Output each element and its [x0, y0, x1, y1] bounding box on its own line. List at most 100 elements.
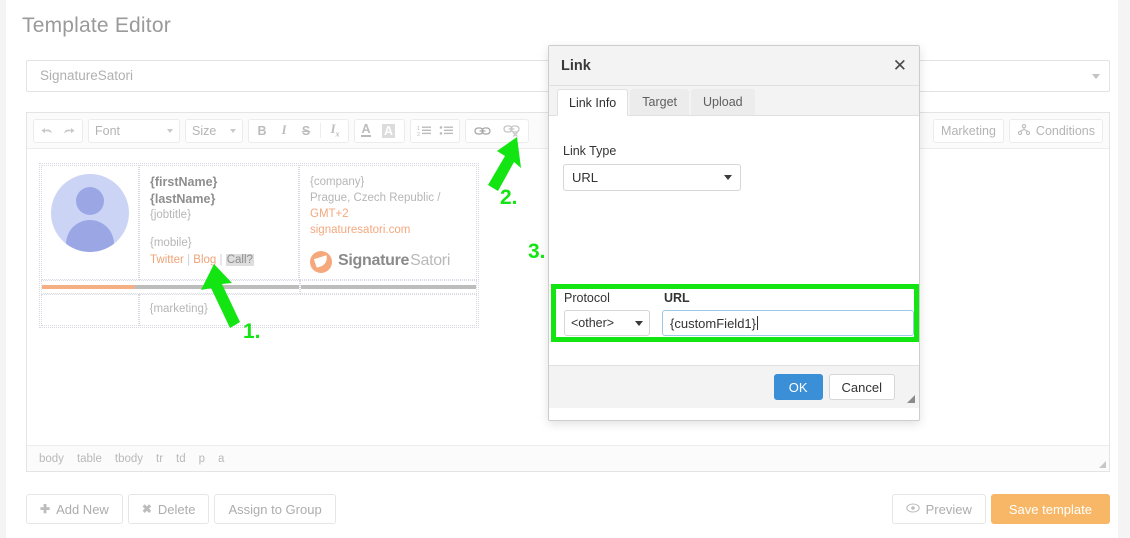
- avatar-head-shape: [76, 187, 104, 215]
- text-format-group: B I S Ix: [248, 118, 349, 143]
- link-group: [465, 118, 530, 143]
- path-item-tbody[interactable]: tbody: [115, 453, 143, 465]
- company-cell: {company} Prague, Czech Republic / GMT+2…: [299, 165, 477, 280]
- divider: [320, 123, 321, 138]
- path-item-tr[interactable]: tr: [156, 453, 163, 465]
- marketing-button[interactable]: Marketing: [933, 119, 1004, 143]
- marketing-spacer-cell: [41, 293, 139, 326]
- cancel-button[interactable]: Cancel: [828, 374, 895, 400]
- path-item-body[interactable]: body: [39, 453, 64, 465]
- logo-text-bold: Signature: [338, 252, 410, 270]
- timezone-label: GMT+2: [310, 208, 349, 221]
- protocol-value: <other>: [571, 316, 615, 330]
- element-path-bar: body table tbody tr td p a: [27, 445, 1109, 471]
- url-value: {customField1}: [670, 315, 756, 331]
- background-color-button[interactable]: A: [379, 120, 402, 142]
- social-links: Twitter | Blog | Call?: [150, 253, 288, 269]
- link-separator: |: [187, 253, 191, 266]
- dialog-body: Link Type URL Protocol URL <other> {cust…: [549, 116, 919, 408]
- add-new-button[interactable]: ✚ Add New: [26, 494, 123, 524]
- italic-button[interactable]: I: [273, 120, 295, 142]
- close-icon[interactable]: ✕: [893, 57, 907, 74]
- last-name-placeholder: {lastName}: [150, 191, 216, 206]
- link-type-value: URL: [572, 170, 599, 185]
- avatar-cell: [41, 165, 139, 280]
- eye-icon: [905, 502, 920, 516]
- path-item-table[interactable]: table: [77, 453, 102, 465]
- signature-main-row: {firstName} {lastName} {jobtitle} {mobil…: [41, 165, 477, 280]
- signature-rule-row: [41, 279, 477, 294]
- bold-button[interactable]: B: [251, 120, 273, 142]
- rule-cell-right: [299, 279, 477, 294]
- path-item-a[interactable]: a: [218, 453, 224, 465]
- numbered-list-button[interactable]: 1 2: [413, 120, 435, 142]
- caret-down-icon: [635, 320, 643, 326]
- bottom-left-actions: ✚ Add New ✖ Delete Assign to Group: [26, 494, 336, 524]
- toolbar-right-group: Marketing Conditions: [933, 119, 1103, 143]
- undo-icon[interactable]: [36, 120, 58, 142]
- ok-button[interactable]: OK: [773, 374, 823, 400]
- annotation-number-1: 1.: [243, 320, 261, 343]
- link-type-select[interactable]: URL: [563, 164, 741, 191]
- svg-text:2: 2: [417, 132, 420, 137]
- path-item-p[interactable]: p: [199, 453, 205, 465]
- link-separator: |: [219, 253, 223, 266]
- link-type-label: Link Type: [563, 144, 617, 158]
- bottom-right-actions: Preview Save template: [891, 494, 1110, 524]
- protocol-select[interactable]: <other>: [564, 310, 650, 336]
- dialog-resize-grip-icon[interactable]: [907, 395, 915, 403]
- caret-down-icon: [167, 128, 173, 133]
- assign-to-group-button[interactable]: Assign to Group: [214, 494, 336, 524]
- plus-icon: ✚: [40, 502, 51, 516]
- url-label: URL: [664, 291, 690, 305]
- save-template-button[interactable]: Save template: [990, 494, 1110, 524]
- conditions-icon: [1017, 123, 1031, 139]
- redo-icon[interactable]: [58, 120, 80, 142]
- page-title: Template Editor: [22, 14, 171, 37]
- location-text: Prague, Czech Republic / GMT+2: [310, 190, 466, 222]
- text-color-button[interactable]: A: [357, 120, 379, 142]
- job-title-placeholder: {jobtitle}: [150, 208, 191, 221]
- conditions-label: Conditions: [1035, 124, 1095, 138]
- marketing-label: Marketing: [941, 124, 996, 138]
- marketing-cell: {marketing}: [138, 293, 477, 326]
- add-new-label: Add New: [56, 501, 109, 517]
- tab-target[interactable]: Target: [630, 89, 690, 115]
- blog-link[interactable]: Blog: [193, 254, 216, 266]
- history-group: [33, 118, 83, 143]
- bulleted-list-button[interactable]: [435, 120, 457, 142]
- remove-format-button[interactable]: Ix: [324, 120, 346, 142]
- signature-table: {firstName} {lastName} {jobtitle} {mobil…: [39, 163, 479, 328]
- satori-logo-icon: [310, 250, 332, 273]
- tab-upload[interactable]: Upload: [691, 89, 755, 115]
- font-size-combo[interactable]: Size: [185, 118, 243, 143]
- insert-link-button[interactable]: [468, 120, 497, 142]
- divider: [42, 284, 299, 289]
- divider: [300, 284, 476, 289]
- delete-label: Delete: [157, 501, 196, 517]
- url-input[interactable]: {customField1}: [662, 310, 914, 336]
- cross-icon: ✖: [141, 502, 152, 516]
- color-group: A A: [354, 118, 406, 143]
- list-group: 1 2: [410, 118, 461, 143]
- preview-button[interactable]: Preview: [891, 494, 986, 524]
- protocol-url-highlight-box: Protocol URL <other> {customField1}: [551, 284, 919, 342]
- chevron-down-icon: [1092, 74, 1100, 79]
- dialog-header: Link ✕: [549, 46, 919, 86]
- tab-link-info[interactable]: Link Info: [557, 89, 629, 116]
- rule-cell-left: [41, 279, 300, 294]
- save-template-label: Save template: [1008, 501, 1092, 517]
- twitter-link[interactable]: Twitter: [150, 254, 184, 266]
- delete-button[interactable]: ✖ Delete: [127, 494, 210, 524]
- website-link[interactable]: signaturesatori.com: [310, 222, 466, 238]
- link-type-field: Link Type URL: [563, 144, 741, 191]
- name-cell: {firstName} {lastName} {jobtitle} {mobil…: [139, 165, 299, 280]
- call-link[interactable]: Call?: [225, 253, 254, 266]
- editor-resize-grip-icon[interactable]: [1099, 461, 1106, 468]
- unlink-button[interactable]: [497, 120, 526, 142]
- path-item-td[interactable]: td: [176, 453, 186, 465]
- strikethrough-button[interactable]: S: [295, 120, 317, 142]
- conditions-button[interactable]: Conditions: [1008, 119, 1103, 143]
- preview-label: Preview: [925, 501, 972, 517]
- font-family-combo[interactable]: Font: [88, 118, 180, 143]
